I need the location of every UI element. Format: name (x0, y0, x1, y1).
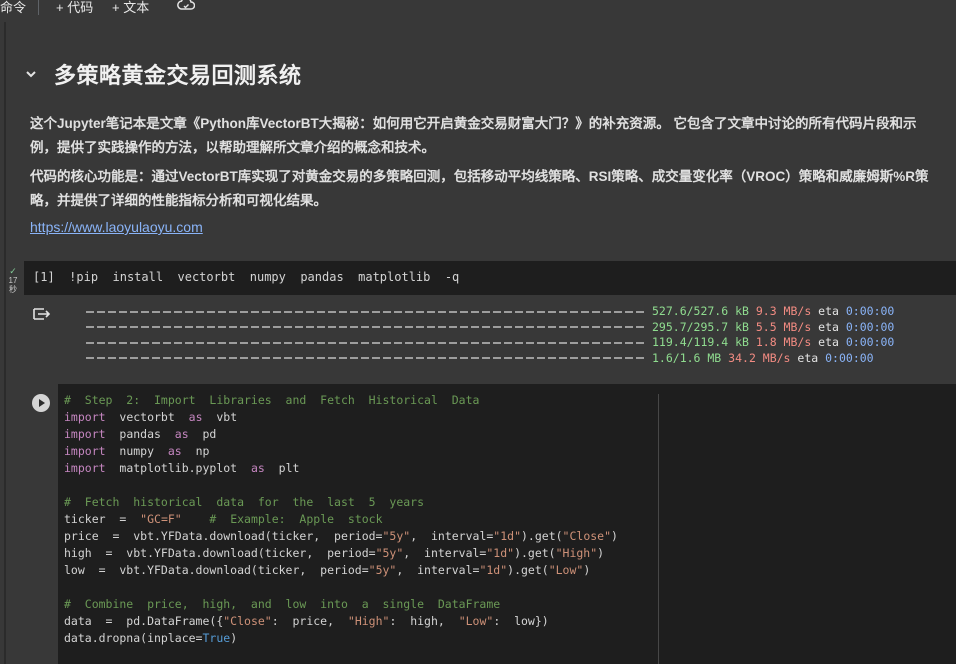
pip-command: !pip install vectorbt numpy pandas matpl… (69, 270, 460, 284)
execution-status: ✓ 17 秒 (6, 266, 20, 295)
code-line: high = vbt.YFData.download(ticker, perio… (64, 546, 605, 560)
eta-value: 0:00:00 (845, 319, 895, 334)
cell-gutter (4, 22, 6, 664)
section-heading: 多策略黄金交易回测系统 (24, 58, 302, 90)
progress-bar (86, 357, 644, 359)
add-text-button[interactable]: + 文本 (112, 0, 149, 16)
add-code-button[interactable]: + 代码 (56, 0, 93, 16)
core-paragraph: 代码的核心功能是：通过VectorBT库实现了对黄金交易的多策略回测，包括移动平… (30, 169, 929, 208)
download-progress-row: 119.4/119.4 kB 1.8 MB/s eta 0:00:00 (86, 335, 894, 350)
execution-time-unit: 秒 (9, 285, 17, 294)
page-title: 多策略黄金交易回测系统 (54, 63, 302, 88)
progress-bar (86, 310, 644, 313)
check-icon: ✓ (9, 266, 17, 276)
code-line: price = vbt.YFData.download(ticker, peri… (64, 529, 618, 543)
code-cell-import[interactable]: # Step 2: Import Libraries and Fetch His… (24, 384, 956, 664)
chevron-down-icon[interactable] (24, 67, 38, 81)
code-editor[interactable]: # Step 2: Import Libraries and Fetch His… (58, 384, 956, 664)
code-cell-pip[interactable]: [1] !pip install vectorbt numpy pandas m… (24, 261, 956, 295)
eta-label: eta (790, 350, 826, 365)
code-line: data.dropna(inplace=True) (64, 631, 238, 645)
intro-paragraph: 这个Jupyter笔记本是文章《Python库VectorBT大揭秘：如何用它开… (30, 116, 917, 155)
download-size: 527.6/527.6 kB (652, 304, 749, 318)
code-line: import pandas as pd (64, 427, 217, 441)
download-progress-row: 295.7/295.7 kB 5.5 MB/s eta 0:00:00 (86, 320, 894, 335)
code-line: # Fetch historical data for the last 5 y… (64, 495, 425, 509)
eta-value: 0:00:00 (845, 335, 895, 349)
code-line: # Step 2: Import Libraries and Fetch His… (64, 393, 480, 407)
progress-bar (86, 341, 644, 344)
toolbar-divider (38, 0, 39, 15)
output-actions-icon[interactable] (32, 306, 52, 322)
code-line: data = pd.DataFrame({"Close": price, "Hi… (64, 614, 549, 628)
code-line: low = vbt.YFData.download(ticker, period… (64, 563, 591, 577)
exec-count: [1] (33, 270, 55, 284)
cell-output: 527.6/527.6 kB 9.3 MB/s eta 0:00:00 295.7… (24, 296, 956, 370)
progress-bar (86, 326, 644, 328)
command-palette-button[interactable]: 命令 (0, 0, 26, 16)
code-line: import numpy as np (64, 444, 210, 458)
download-size: 1.6/1.6 MB (652, 350, 722, 365)
notebook-toolbar: 命令 + 代码 + 文本 (0, 0, 956, 16)
eta-value: 0:00:00 (845, 304, 895, 318)
code-line: [1] !pip install vectorbt numpy pandas m… (33, 270, 459, 284)
website-link[interactable]: https://www.laoyulaoyu.com (30, 219, 203, 235)
line-length-ruler (658, 394, 659, 664)
eta-value: 0:00:00 (825, 350, 874, 365)
eta-label: eta (811, 304, 846, 318)
eta-label: eta (811, 319, 846, 334)
download-progress-row: 1.6/1.6 MB 34.2 MB/s eta 0:00:00 (86, 351, 874, 366)
code-line: ticker = "GC=F" # Example: Apple stock (64, 512, 383, 526)
download-size: 119.4/119.4 kB (652, 335, 749, 349)
code-line: import vectorbt as vbt (64, 410, 238, 424)
download-speed: 5.5 MB/s (748, 319, 812, 334)
download-size: 295.7/295.7 kB (652, 319, 749, 334)
code-line: # Combine price, high, and low into a si… (64, 597, 501, 611)
download-speed: 1.8 MB/s (748, 335, 812, 349)
eta-label: eta (811, 335, 846, 349)
code-line: import matplotlib.pyplot as plt (64, 461, 300, 475)
execution-time: 17 (8, 276, 18, 285)
download-speed: 9.3 MB/s (748, 304, 812, 318)
run-cell-button[interactable] (32, 394, 50, 412)
download-progress-row: 527.6/527.6 kB 9.3 MB/s eta 0:00:00 (86, 304, 894, 319)
cell-left-gutter (24, 384, 58, 664)
drive-sync-icon[interactable] (177, 0, 195, 13)
download-speed: 34.2 MB/s (721, 350, 791, 365)
